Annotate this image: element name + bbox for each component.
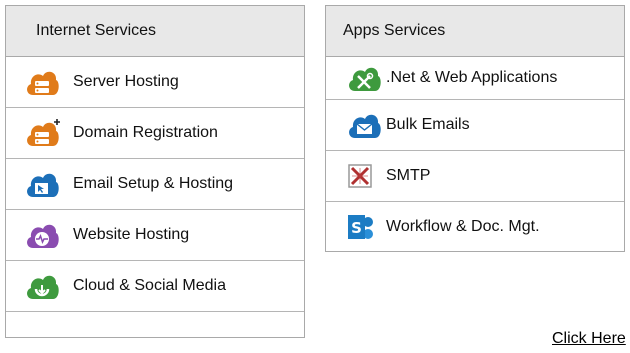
service-item-domain-registration[interactable]: Domain Registration <box>6 108 304 159</box>
service-item-label: Website Hosting <box>73 226 190 243</box>
sharepoint-icon: S <box>348 214 373 239</box>
service-item-cloud-social-media[interactable]: Cloud & Social Media <box>6 261 304 312</box>
service-item-bulk-emails[interactable]: Bulk Emails <box>326 100 624 151</box>
service-item-label: Bulk Emails <box>386 116 470 133</box>
service-item-label: SMTP <box>386 167 431 184</box>
internet-services-header: Internet Services <box>6 6 304 57</box>
service-item-email-setup-hosting[interactable]: Email Setup & Hosting <box>6 159 304 210</box>
domain-cloud-icon <box>27 119 60 146</box>
apps-services-header: Apps Services <box>326 6 624 57</box>
internet-services-title: Internet Services <box>36 22 157 39</box>
internet-services-panel: Internet Services Server Hosting Domain … <box>5 5 305 338</box>
service-item-smtp[interactable]: SMTP <box>326 151 624 202</box>
smtp-icon <box>348 164 372 188</box>
svg-text:S: S <box>351 219 362 237</box>
cloud-download-icon <box>27 275 59 299</box>
service-item-label: Cloud & Social Media <box>73 277 226 294</box>
service-item-website-hosting[interactable]: Website Hosting <box>6 210 304 261</box>
service-item-label: Server Hosting <box>73 73 179 90</box>
service-item-server-hosting[interactable]: Server Hosting <box>6 57 304 108</box>
service-item-label: Domain Registration <box>73 124 218 141</box>
website-cloud-icon <box>27 224 59 248</box>
service-item-label: Workflow & Doc. Mgt. <box>386 217 540 235</box>
email-cloud-icon <box>27 173 59 197</box>
apps-services-title: Apps Services <box>343 22 446 39</box>
tools-cloud-icon <box>349 67 381 91</box>
server-cloud-icon <box>27 71 59 95</box>
service-item-net-web-applications[interactable]: .Net & Web Applications <box>326 57 624 100</box>
click-here-link[interactable]: Click Here <box>552 330 626 348</box>
apps-services-panel: Apps Services .Net & Web Applications Bu… <box>325 5 625 252</box>
mail-cloud-icon <box>349 114 381 138</box>
service-item-label: Email Setup & Hosting <box>73 175 234 192</box>
service-item-workflow-doc-mgt[interactable]: S Workflow & Doc. Mgt. <box>326 202 624 251</box>
service-item-label: .Net & Web Applications <box>386 69 558 86</box>
